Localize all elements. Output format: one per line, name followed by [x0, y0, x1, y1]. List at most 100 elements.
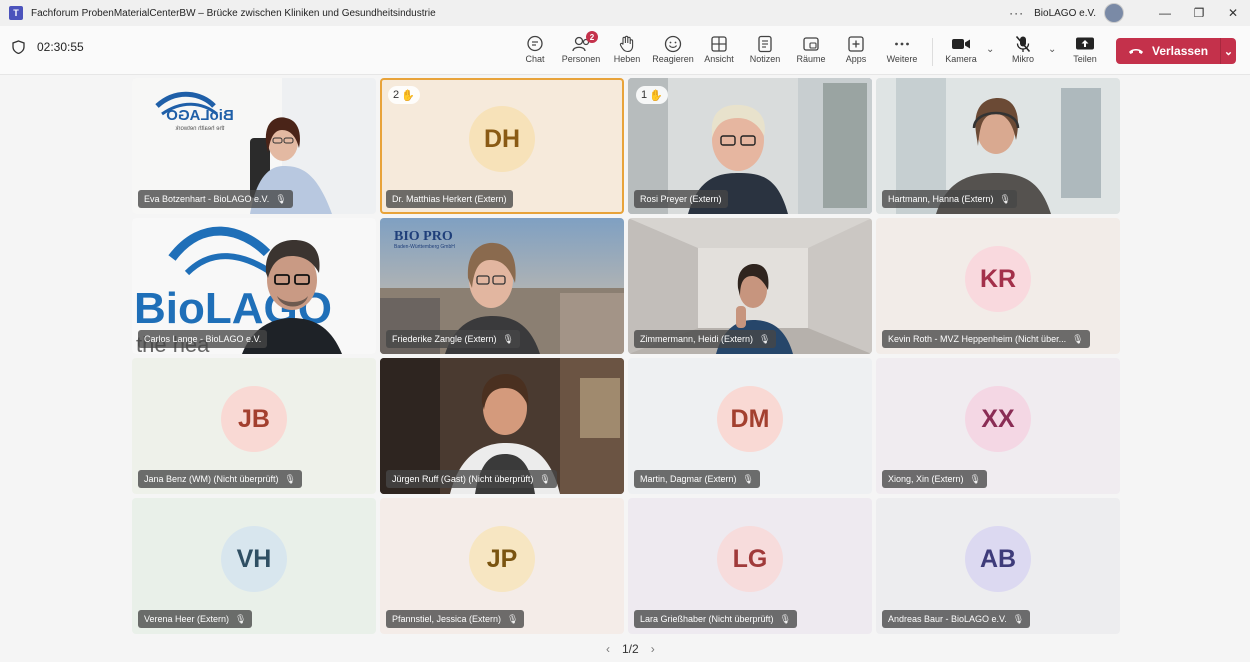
participant-tile[interactable]: BioLAGO the health network Eva Botzenhar…: [132, 78, 376, 214]
participant-tile[interactable]: BIO PRO Baden-Württemberg GmbH Friederik…: [380, 218, 624, 354]
participant-tile[interactable]: BioLAGO the hea Carlos Lange - BioLAGO e…: [132, 218, 376, 354]
participant-tile[interactable]: 2 ✋ DH Dr. Matthias Herkert (Extern): [380, 78, 624, 214]
user-avatar[interactable]: [1104, 3, 1124, 23]
participant-tile[interactable]: Zimmermann, Heidi (Extern) 🎙︎: [628, 218, 872, 354]
chat-label: Chat: [525, 54, 545, 64]
hand-icon: ✋: [401, 89, 415, 102]
previous-page-chevron-icon[interactable]: ‹: [606, 642, 610, 656]
participant-tile[interactable]: DM Martin, Dagmar (Extern) 🎙︎: [628, 358, 872, 494]
participant-name: Eva Botzenhart - BioLAGO e.V.: [144, 194, 270, 204]
participant-name: Pfannstiel, Jessica (Extern): [392, 614, 502, 624]
logo-text: BioLAGO: [166, 107, 234, 124]
react-label: Reagieren: [652, 54, 694, 64]
hand-icon: [619, 35, 634, 53]
people-button[interactable]: 2 Personen: [556, 31, 606, 64]
window-title: Fachforum ProbenMaterialCenterBW – Brück…: [31, 7, 436, 19]
mic-muted-icon: 🎙︎: [1072, 333, 1084, 344]
rooms-button[interactable]: Räume: [786, 34, 836, 64]
logo-subtext: Baden-Württemberg GmbH: [394, 244, 455, 250]
participant-tile[interactable]: JB Jana Benz (WM) (Nicht überprüft) 🎙︎: [132, 358, 376, 494]
participant-name: Zimmermann, Heidi (Extern): [640, 334, 754, 344]
participant-name-tag: Zimmermann, Heidi (Extern) 🎙︎: [634, 330, 777, 348]
logo-text: BIO PRO: [394, 229, 453, 244]
avatar: DM: [717, 386, 783, 452]
smiley-icon: [664, 35, 682, 53]
mic-button[interactable]: Mikro: [998, 34, 1048, 64]
camera-options-chevron-icon[interactable]: ⌄: [986, 44, 994, 55]
leave-options-chevron-icon[interactable]: ⌄: [1221, 45, 1236, 58]
mic-label: Mikro: [1012, 54, 1034, 64]
rooms-label: Räume: [796, 54, 826, 64]
participant-name-tag: Martin, Dagmar (Extern) 🎙︎: [634, 470, 760, 488]
more-options-icon[interactable]: ···: [1009, 6, 1024, 20]
chat-icon: [527, 35, 543, 52]
participant-name: Martin, Dagmar (Extern): [640, 474, 737, 484]
participant-tile[interactable]: LG Lara Grießhaber (Nicht überprüft) 🎙︎: [628, 498, 872, 634]
avatar: DH: [469, 106, 535, 172]
participant-name-tag: Jana Benz (WM) (Nicht überprüft) 🎙︎: [138, 470, 302, 488]
apps-button[interactable]: Apps: [831, 34, 881, 64]
share-button[interactable]: Teilen: [1060, 34, 1110, 64]
participant-tile[interactable]: 1 ✋ Rosi Preyer (Extern): [628, 78, 872, 214]
avatar: KR: [965, 246, 1031, 312]
next-page-chevron-icon[interactable]: ›: [651, 642, 655, 656]
avatar: AB: [965, 526, 1031, 592]
view-label: Ansicht: [704, 54, 734, 64]
camera-button[interactable]: Kamera: [936, 34, 986, 64]
mic-muted-icon: 🎙︎: [507, 613, 519, 624]
notes-icon: [758, 35, 772, 53]
mic-muted-icon: 🎙︎: [759, 333, 771, 344]
mic-muted-icon: 🎙︎: [284, 473, 296, 484]
mic-muted-icon: 🎙︎: [275, 193, 287, 204]
participant-name-tag: Lara Grießhaber (Nicht überprüft) 🎙︎: [634, 610, 797, 628]
mic-options-chevron-icon[interactable]: ⌄: [1048, 44, 1056, 55]
chat-button[interactable]: Chat: [510, 34, 560, 64]
mic-muted-icon: 🎙︎: [999, 193, 1011, 204]
more-button[interactable]: Weitere: [877, 34, 927, 64]
participant-name: Kevin Roth - MVZ Heppenheim (Nicht über.…: [888, 334, 1067, 344]
leave-label: Verlassen: [1152, 44, 1209, 58]
react-button[interactable]: Reagieren: [648, 34, 698, 64]
participant-name-tag: Kevin Roth - MVZ Heppenheim (Nicht über.…: [882, 330, 1090, 348]
avatar: JP: [469, 526, 535, 592]
mic-muted-icon: 🎙︎: [502, 333, 514, 344]
notes-button[interactable]: Notizen: [740, 34, 790, 64]
rooms-icon: [803, 37, 819, 51]
apps-label: Apps: [845, 54, 867, 64]
participant-tile[interactable]: KR Kevin Roth - MVZ Heppenheim (Nicht üb…: [876, 218, 1120, 354]
mic-muted-icon: 🎙︎: [539, 473, 551, 484]
pagination: ‹ 1/2 ›: [600, 642, 661, 656]
share-label: Teilen: [1073, 54, 1097, 64]
hand-icon: ✋: [649, 89, 663, 102]
close-button[interactable]: ✕: [1216, 6, 1250, 20]
participant-name: Lara Grießhaber (Nicht überprüft): [640, 614, 774, 624]
participant-tile[interactable]: Jürgen Ruff (Gast) (Nicht überprüft) 🎙︎: [380, 358, 624, 494]
participant-name: Carlos Lange - BioLAGO e.V.: [144, 334, 262, 344]
title-bar: T Fachforum ProbenMaterialCenterBW – Brü…: [0, 0, 1250, 26]
raise-hand-button[interactable]: Heben: [602, 34, 652, 64]
participant-tile[interactable]: Hartmann, Hanna (Extern) 🎙︎: [876, 78, 1120, 214]
participant-tile[interactable]: AB Andreas Baur - BioLAGO e.V. 🎙︎: [876, 498, 1120, 634]
participant-name-tag: Rosi Preyer (Extern): [634, 190, 728, 208]
camera-label: Kamera: [945, 54, 977, 64]
plus-icon: [848, 36, 864, 52]
leave-button[interactable]: Verlassen ⌄: [1116, 38, 1236, 64]
restore-button[interactable]: ❐: [1182, 6, 1216, 20]
participant-name: Hartmann, Hanna (Extern): [888, 194, 994, 204]
phone-hangup-icon: [1129, 49, 1143, 54]
grid-view-icon: [711, 36, 727, 52]
participant-tile[interactable]: VH Verena Heer (Extern) 🎙︎: [132, 498, 376, 634]
meeting-toolbar: 02:30:55 Chat 2 Personen Heben Reagieren…: [0, 26, 1250, 75]
shield-icon: [12, 40, 25, 54]
participant-name-tag: Verena Heer (Extern) 🎙︎: [138, 610, 253, 628]
participant-tile[interactable]: JP Pfannstiel, Jessica (Extern) 🎙︎: [380, 498, 624, 634]
minimize-button[interactable]: —: [1148, 6, 1182, 20]
meeting-timer: 02:30:55: [12, 40, 84, 54]
participant-name: Rosi Preyer (Extern): [640, 194, 722, 204]
view-button[interactable]: Ansicht: [694, 34, 744, 64]
participant-name: Andreas Baur - BioLAGO e.V.: [888, 614, 1007, 624]
participant-name-tag: Dr. Matthias Herkert (Extern): [386, 190, 513, 208]
participant-name: Friederike Zangle (Extern): [392, 334, 497, 344]
participant-tile[interactable]: XX Xiong, Xin (Extern) 🎙︎: [876, 358, 1120, 494]
camera-icon: [952, 39, 970, 49]
